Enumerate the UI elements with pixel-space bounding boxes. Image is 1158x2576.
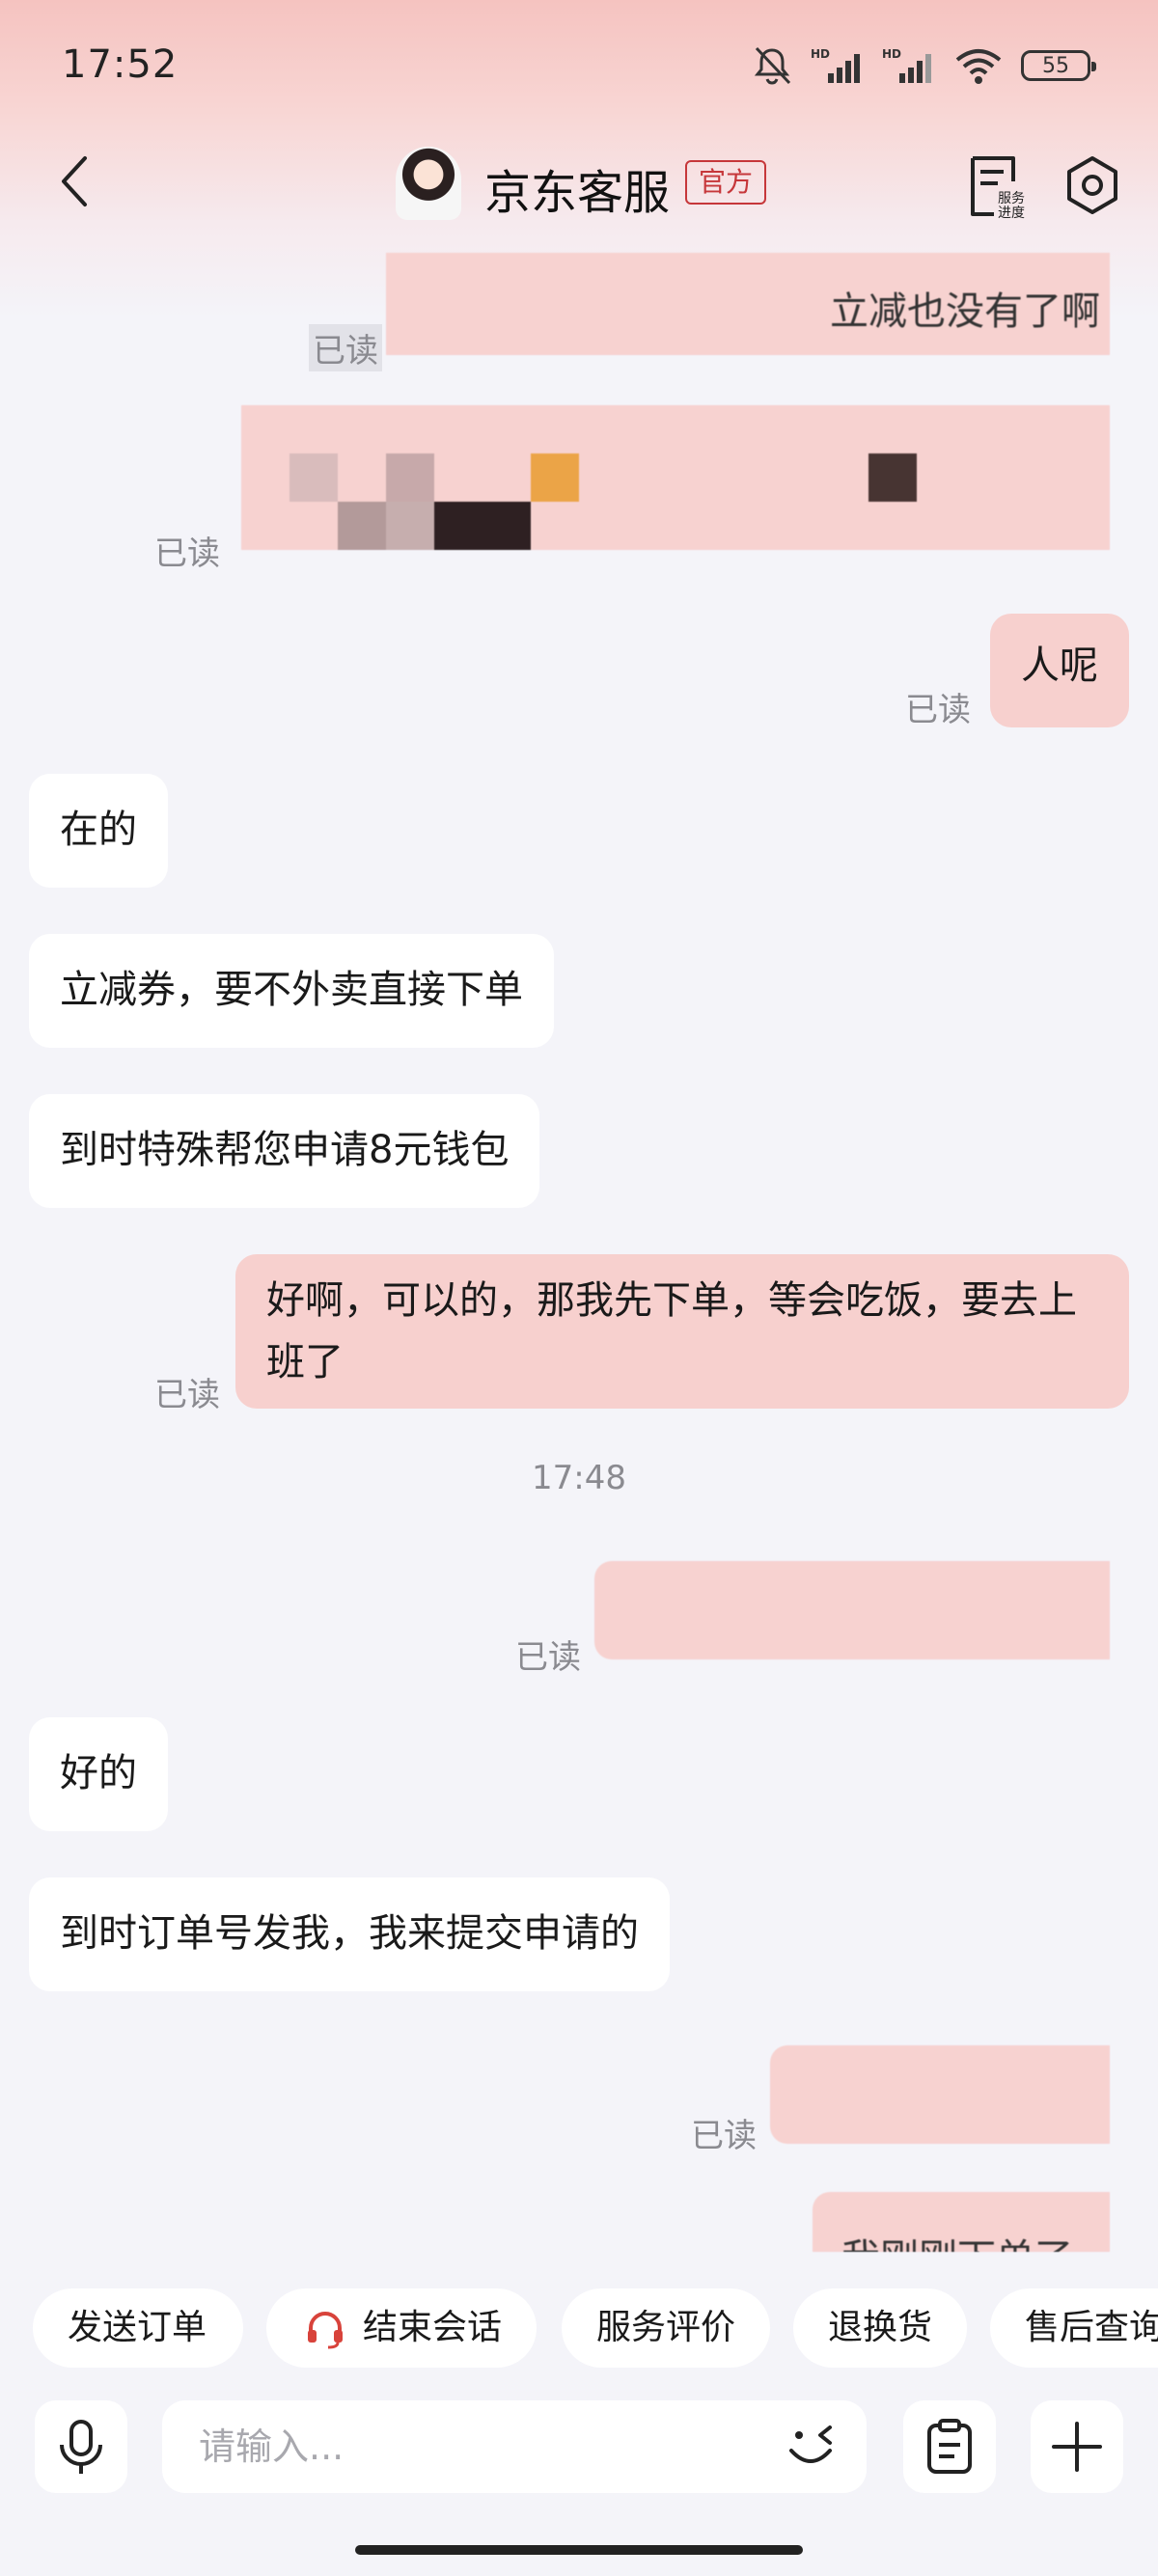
microphone-icon [60,2420,102,2474]
mosaic-tile [386,453,434,502]
quick-replies-bar: 发送订单 结束会话 服务评价 退换货 售后查询 [0,2279,1158,2375]
chip-label: 发送订单 [68,2308,207,2347]
mosaic-tile [531,453,579,502]
message-text: 人呢 [1021,644,1098,688]
wifi-icon [955,49,1002,84]
mosaic-tile [290,453,338,502]
message-text: 我刚刚下单了 [841,2227,1073,2252]
official-badge: 官方 [685,160,767,205]
message-text: 立减券，要不外卖直接下单 [60,968,523,1012]
battery-icon: 55 [1021,50,1096,81]
message-bubble-outgoing[interactable]: 好啊，可以的，那我先下单，等会吃饭，要去上班了 [235,1254,1129,1409]
voice-button[interactable] [35,2400,127,2493]
quick-reply-return-exchange[interactable]: 退换货 [793,2288,967,2368]
message-bubble-outgoing[interactable]: 人呢 [990,614,1129,727]
clipboard-icon [927,2419,972,2474]
message-bubble-incoming[interactable]: 到时订单号发我，我来提交申请的 [29,1877,670,1991]
chip-label: 退换货 [828,2308,933,2347]
signal-hd-icon: HD [882,47,931,83]
more-button[interactable] [1031,2400,1123,2493]
input-placeholder: 请输入... [199,2425,345,2468]
message-bubble-incoming[interactable]: 立减券，要不外卖直接下单 [29,934,554,1048]
mosaic-tile [434,502,531,550]
read-receipt: 已读 [691,2117,757,2155]
message-text: 在的 [60,808,137,852]
message-bubble-incoming[interactable]: 好的 [29,1717,168,1831]
message-text: 好啊，可以的，那我先下单，等会吃饭，要去上班了 [266,1278,1077,1384]
page-title: 京东客服 [484,166,671,220]
chat-timestamp: 17:48 [532,1459,626,1497]
quick-reply-send-order[interactable]: 发送订单 [33,2288,243,2368]
mosaic-tile [338,502,386,550]
back-arrow-icon[interactable] [48,152,106,210]
mosaic-tile [868,453,917,502]
signal-hd-icon: HD [811,47,860,83]
mute-icon [754,46,791,85]
chip-label: 结束会话 [363,2308,503,2347]
chip-label: 服务评价 [596,2308,736,2347]
svg-text:服务: 服务 [998,191,1025,206]
chip-label: 售后查询 [1025,2308,1158,2347]
agent-avatar[interactable] [396,147,461,220]
message-bubble-redacted[interactable] [241,405,1110,550]
message-bubble-outgoing[interactable]: 我刚刚下单了 [813,2192,1110,2252]
read-receipt: 已读 [905,691,971,729]
message-bubble-redacted[interactable] [594,1561,1110,1659]
svg-text:HD: HD [882,47,901,61]
mosaic-tile [386,502,434,550]
message-text: 立减也没有了啊 [830,289,1100,334]
clipboard-button[interactable] [903,2400,996,2493]
message-bubble-incoming[interactable]: 到时特殊帮您申请8元钱包 [29,1094,540,1208]
plus-icon [1052,2422,1102,2472]
quick-reply-end-session[interactable]: 结束会话 [266,2288,537,2368]
settings-gear-icon[interactable] [1062,154,1123,216]
status-time: 17:52 [62,42,179,87]
service-progress-icon[interactable]: 服务 进度 [965,152,1033,220]
svg-text:进度: 进度 [998,206,1025,220]
status-icons: HD HD 55 [751,44,1096,87]
read-receipt: 已读 [515,1638,581,1677]
read-receipt: 已读 [154,534,220,573]
quick-reply-after-sales[interactable]: 售后查询 [990,2288,1158,2368]
message-text: 到时订单号发我，我来提交申请的 [60,1911,639,1956]
read-receipt: 已读 [309,324,382,371]
quick-reply-service-rating[interactable]: 服务评价 [562,2288,770,2368]
message-bubble-incoming[interactable]: 在的 [29,774,168,888]
message-bubble-redacted[interactable] [770,2045,1110,2144]
headset-icon [308,2312,343,2349]
status-bar: 17:52 HD HD 55 [0,0,1158,135]
message-text: 好的 [60,1751,137,1795]
emoji-wink-icon[interactable] [784,2422,840,2472]
message-input[interactable]: 请输入... [162,2400,867,2493]
home-indicator[interactable] [355,2545,803,2555]
read-receipt: 已读 [154,1376,220,1414]
input-bar: 请输入... [0,2383,1158,2518]
svg-text:HD: HD [811,47,830,61]
chat-header: 京东客服 官方 服务 进度 [0,135,1158,232]
message-bubble-outgoing[interactable]: 立减也没有了啊 [386,253,1110,355]
message-text: 到时特殊帮您申请8元钱包 [60,1128,510,1172]
